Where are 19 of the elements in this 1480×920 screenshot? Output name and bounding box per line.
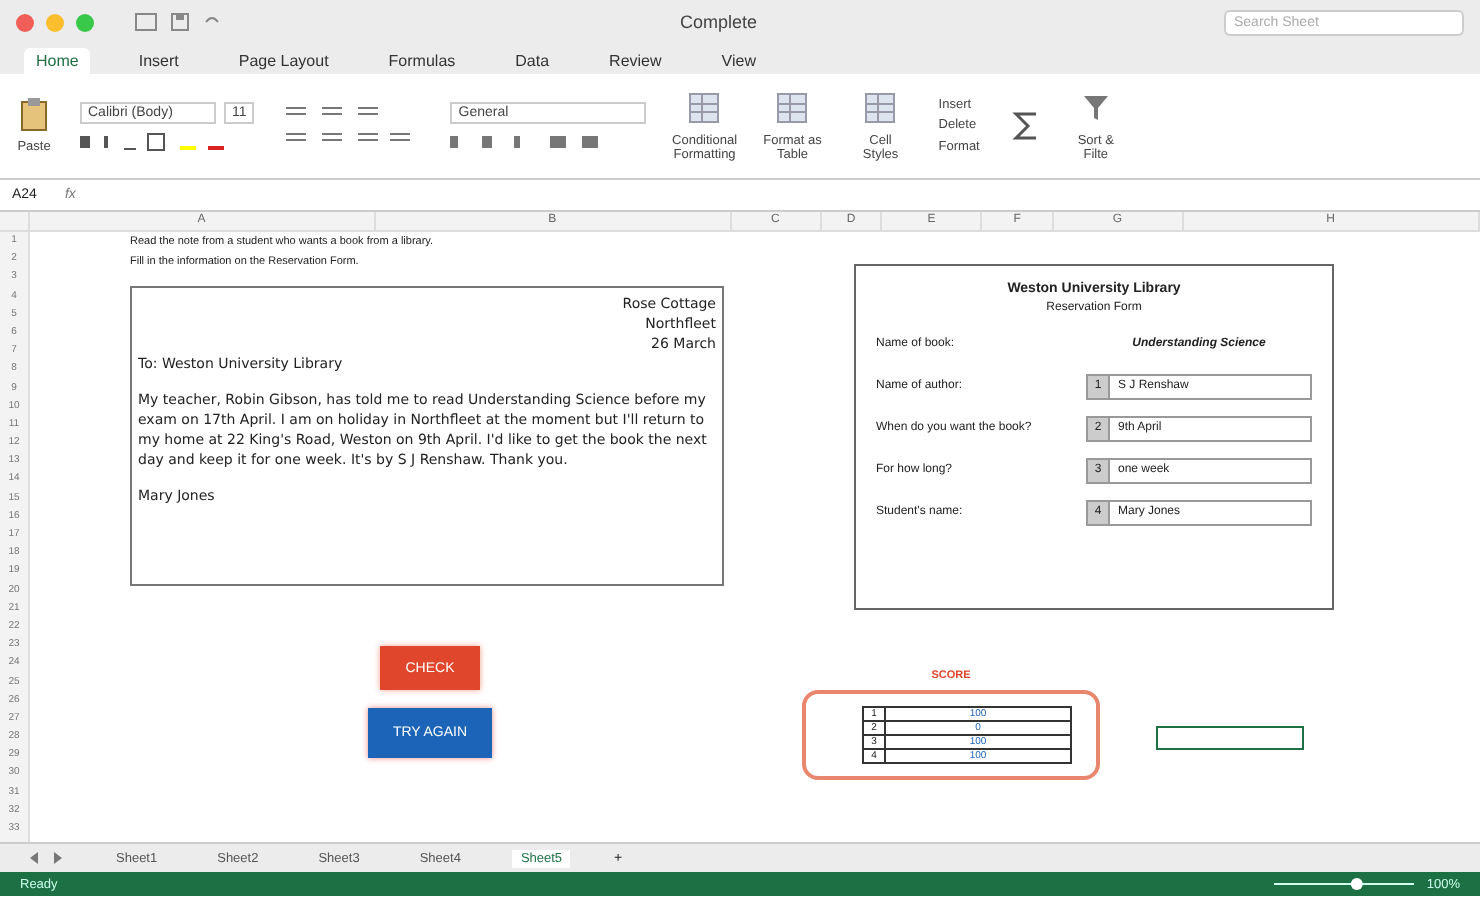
table-style-icon[interactable]	[686, 89, 723, 126]
save-icon[interactable]	[170, 12, 190, 32]
ribbon-tab[interactable]: Data	[503, 48, 562, 74]
next-sheet-icon[interactable]	[52, 852, 64, 864]
ribbon-tab[interactable]: Formulas	[376, 48, 468, 74]
ribbon-tab[interactable]: Home	[24, 48, 91, 74]
previous-sheet-icon[interactable]	[28, 852, 40, 864]
ribbon-tab[interactable]: Insert	[126, 48, 191, 74]
zoom-slider[interactable]	[1274, 876, 1415, 892]
table-style-icon[interactable]	[862, 89, 899, 126]
selected-cell[interactable]	[1156, 726, 1304, 750]
ribbon-tab[interactable]: View	[709, 48, 768, 74]
table-style-icon[interactable]	[774, 89, 811, 126]
close-icon[interactable]	[16, 13, 34, 31]
ribbon-tab[interactable]: Page Layout	[226, 48, 341, 74]
window-title: Complete	[680, 12, 758, 32]
sidebar-icon[interactable]	[134, 12, 158, 32]
clipboard-icon[interactable]	[16, 96, 52, 133]
ribbon-tab[interactable]: Review	[597, 48, 674, 74]
